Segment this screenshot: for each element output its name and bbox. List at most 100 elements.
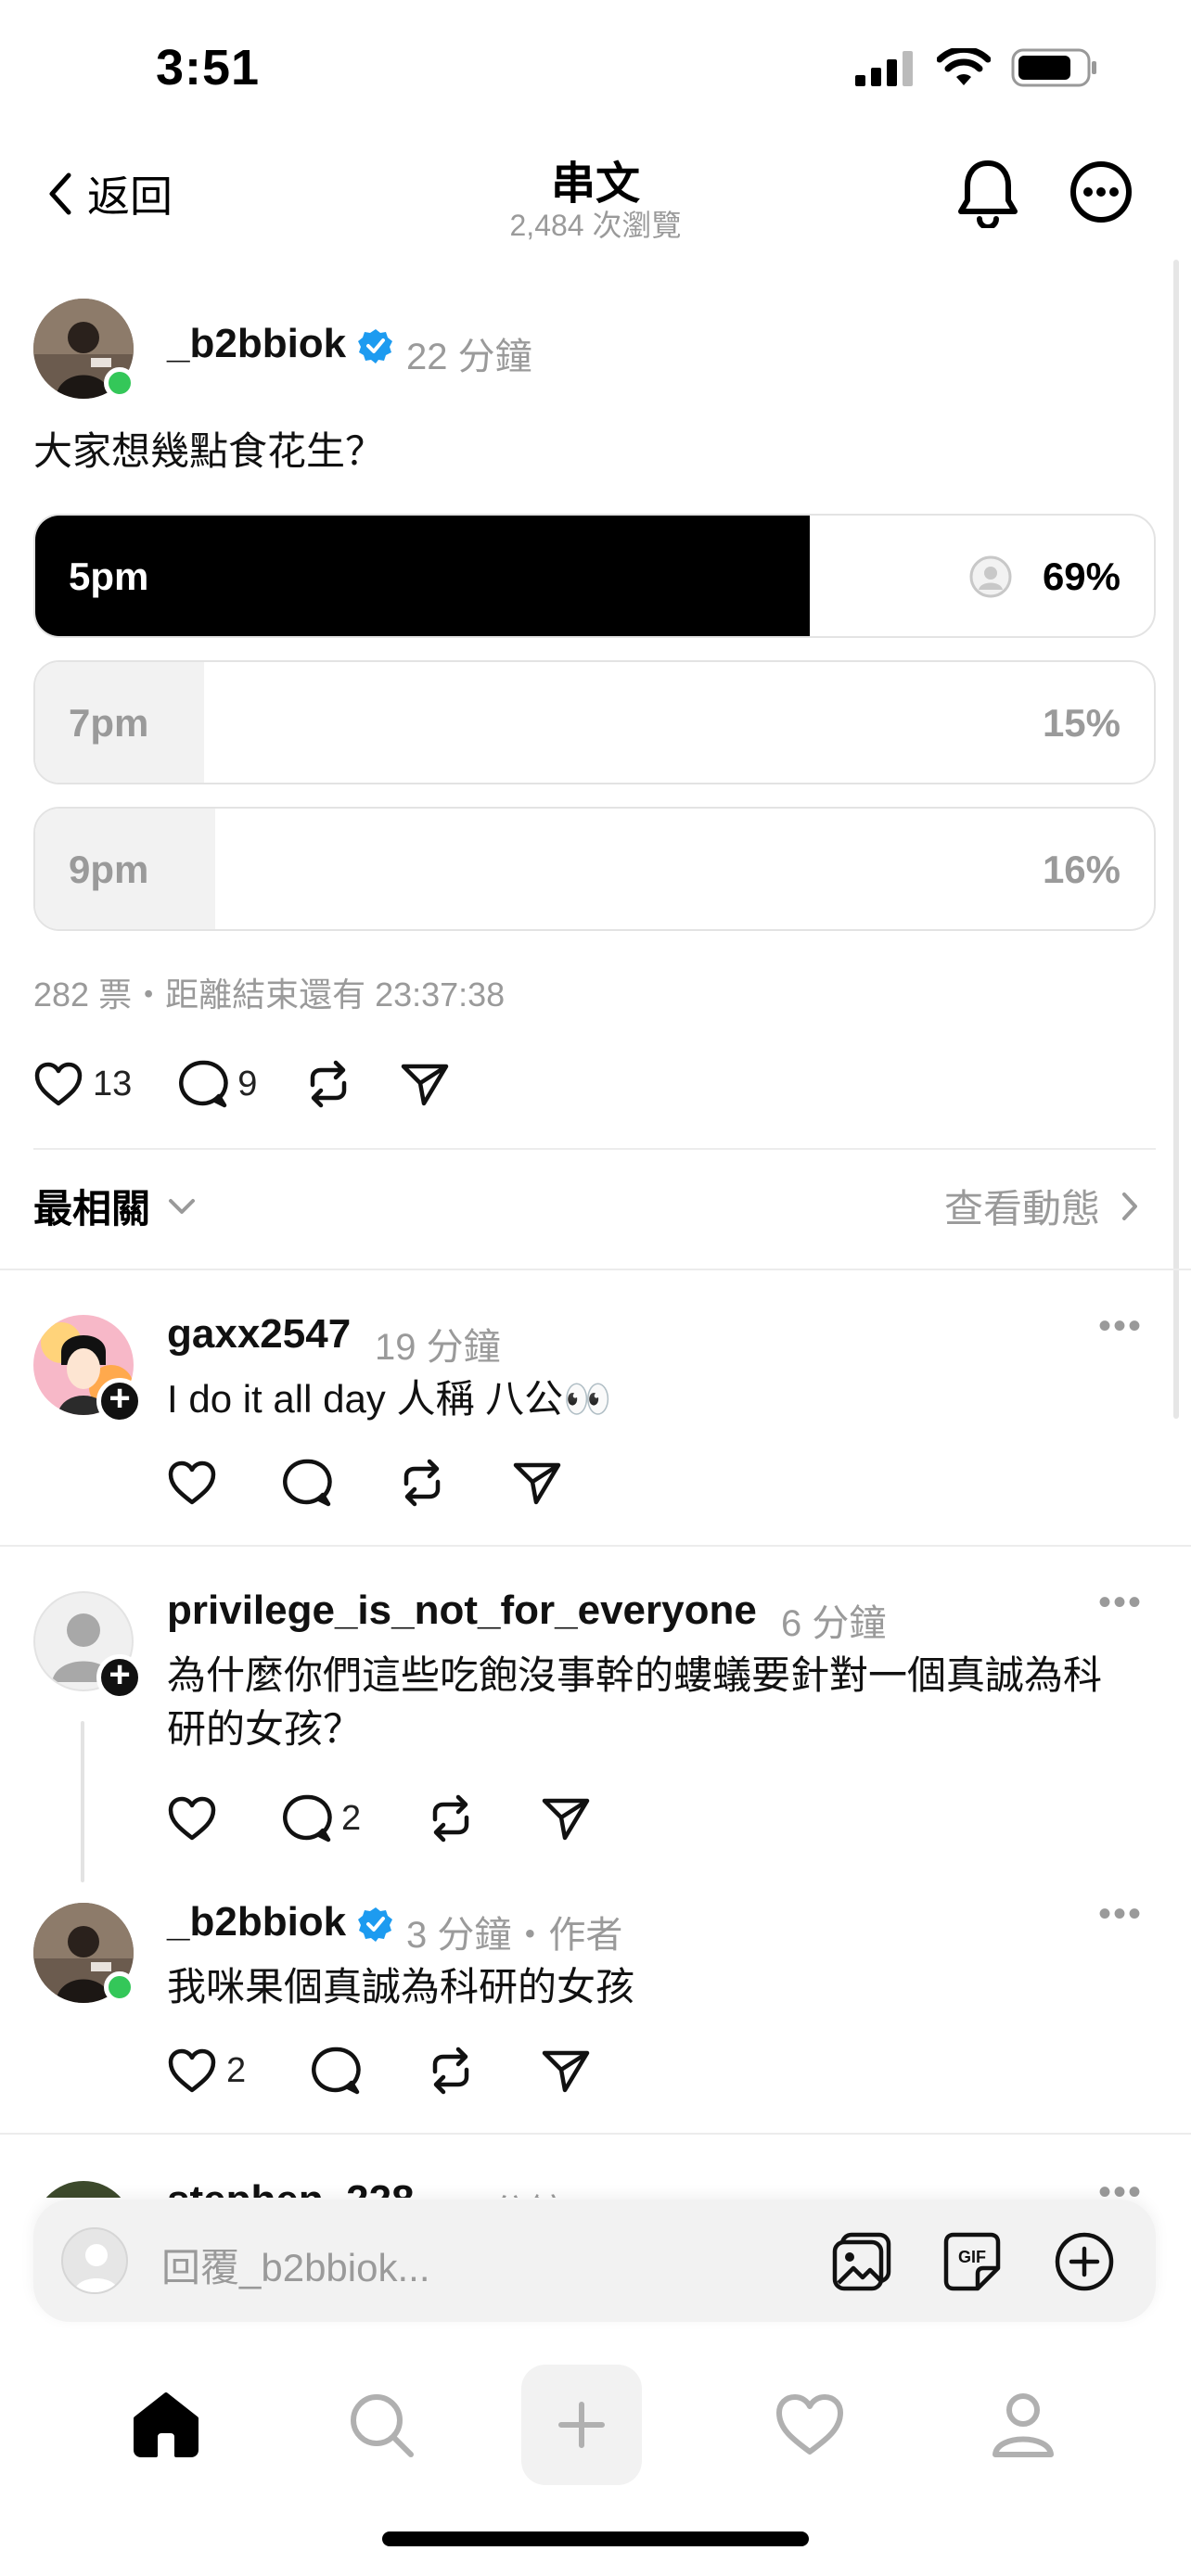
reply-more-icon[interactable]: ••• [1098, 1306, 1143, 1347]
comment-button[interactable] [282, 1458, 332, 1508]
status-time: 3:51 [156, 40, 261, 96]
like-count: 2 [226, 2050, 247, 2090]
divider [0, 2133, 1191, 2135]
home-indicator[interactable] [382, 2531, 809, 2546]
reply-username[interactable]: _b2bbiok [167, 1899, 394, 1945]
like-count: 13 [93, 1064, 133, 1103]
comment-button[interactable] [311, 2046, 361, 2096]
like-button[interactable] [167, 1795, 217, 1842]
heart-icon [168, 2048, 216, 2093]
poll-option[interactable]: 5pm 69% [33, 514, 1156, 638]
share-button[interactable] [541, 2046, 591, 2096]
poll-option-percent: 16% [1042, 848, 1121, 891]
heart-icon [168, 1460, 216, 1505]
comment-icon [283, 1459, 332, 1507]
repost-icon [432, 2047, 469, 2095]
status-bar: 3:51 [0, 0, 1191, 139]
view-activity-link[interactable]: 查看動態 [944, 1178, 1139, 1234]
signal-icon [855, 51, 913, 86]
repost-button[interactable] [397, 1458, 447, 1508]
reply-avatar[interactable]: + [33, 1591, 143, 1701]
post-time: 22 分鐘 [406, 337, 532, 377]
default-avatar-icon [74, 2244, 119, 2292]
poll-option[interactable]: 7pm 15% [33, 660, 1156, 784]
reply-actions [167, 1458, 562, 1508]
poll-option[interactable]: 9pm 16% [33, 807, 1156, 931]
reply-text: 為什麼你們這些吃飽沒事幹的螻蟻要針對一個真誠為科研的女孩？ [167, 1653, 1103, 1751]
reply-text: 我咪果個真誠為科研的女孩 [167, 1965, 635, 2009]
divider [0, 1269, 1191, 1270]
reply-actions: 2 [167, 1793, 591, 1843]
post-author-avatar[interactable] [33, 299, 135, 399]
like-button[interactable] [167, 1460, 217, 1506]
more-options-button[interactable] [1069, 159, 1133, 229]
verified-icon [358, 1907, 393, 1943]
reply-text: I do it all day 人稱 八公👀 [167, 1377, 612, 1421]
nav-search[interactable] [321, 2365, 442, 2485]
post-actions: 13 9 [33, 1059, 450, 1109]
view-activity-label: 查看動態 [943, 1187, 1100, 1231]
reply-more-icon[interactable]: ••• [1098, 2172, 1143, 2198]
comment-button[interactable]: 2 [282, 1793, 361, 1843]
divider [33, 1148, 1156, 1150]
divider [0, 1545, 1191, 1547]
poll-option-label: 7pm [69, 701, 149, 745]
share-icon [542, 2050, 590, 2093]
repost-button[interactable] [426, 2046, 476, 2096]
attach-image-button[interactable] [831, 2231, 892, 2297]
add-attachment-button[interactable] [1054, 2231, 1115, 2297]
gif-icon: GIF [943, 2232, 1001, 2291]
reply-avatar[interactable] [33, 2181, 134, 2198]
image-icon [832, 2232, 891, 2291]
repost-icon [403, 1459, 441, 1507]
sort-dropdown[interactable]: 最相關 [33, 1178, 197, 1234]
comment-count: 9 [237, 1064, 258, 1103]
like-button[interactable]: 13 [33, 1061, 132, 1107]
share-button[interactable] [541, 1793, 591, 1843]
share-button[interactable] [512, 1458, 562, 1508]
comment-icon [312, 2047, 361, 2095]
follow-plus-icon[interactable]: + [96, 1378, 143, 1424]
repost-button[interactable] [426, 1793, 476, 1843]
reply-input[interactable]: 回覆_b2bbiok... [161, 2237, 430, 2293]
sort-label: 最相關 [33, 1187, 151, 1231]
chevron-down-icon [169, 1198, 196, 1214]
reply-more-icon[interactable]: ••• [1098, 1894, 1143, 1935]
reply-more-icon[interactable]: ••• [1098, 1582, 1143, 1624]
reply-time: 6 分鐘 [781, 1603, 887, 1644]
reply-username[interactable]: privilege_is_not_for_everyone [167, 1588, 757, 1634]
nav-home[interactable] [106, 2365, 226, 2485]
svg-text:GIF: GIF [958, 2248, 986, 2266]
repost-icon [432, 1794, 469, 1843]
reply-time: 20 分鐘 [440, 2183, 566, 2198]
header: 返回 串文 2,484 次瀏覽 [0, 139, 1191, 260]
post-author-name[interactable]: _b2bbiok [167, 321, 394, 367]
reply-actions: 2 [167, 2046, 591, 2096]
notification-button[interactable] [955, 158, 1020, 233]
scrollbar[interactable] [1173, 260, 1179, 1419]
bottom-nav [0, 2337, 1191, 2522]
online-indicator [104, 367, 135, 399]
share-button[interactable] [400, 1059, 450, 1109]
poll-option-percent: 15% [1042, 701, 1121, 745]
share-icon [513, 1462, 561, 1505]
reply-username[interactable]: stephen_228 [167, 2177, 415, 2198]
like-button[interactable]: 2 [167, 2047, 246, 2094]
reply-composer[interactable]: 回覆_b2bbiok... GIF [33, 2200, 1156, 2322]
follow-plus-icon[interactable]: + [96, 1654, 143, 1701]
chevron-right-icon [1122, 1192, 1137, 1220]
poll-option-percent: 69% [1042, 555, 1121, 598]
online-indicator [104, 1971, 135, 2003]
nav-activity[interactable] [749, 2365, 870, 2485]
heart-icon [34, 1062, 83, 1106]
reply-avatar[interactable]: + [33, 1315, 143, 1424]
gif-button[interactable]: GIF [942, 2231, 1002, 2297]
comment-button[interactable]: 9 [178, 1059, 257, 1109]
reply-avatar[interactable] [33, 1903, 135, 2003]
battery-icon [1011, 48, 1096, 87]
reply-username[interactable]: gaxx2547 [167, 1311, 351, 1358]
nav-profile[interactable] [963, 2365, 1083, 2485]
reply-time: 3 分鐘・作者 [406, 1915, 623, 1956]
nav-create[interactable] [521, 2365, 642, 2485]
repost-button[interactable] [303, 1059, 353, 1109]
